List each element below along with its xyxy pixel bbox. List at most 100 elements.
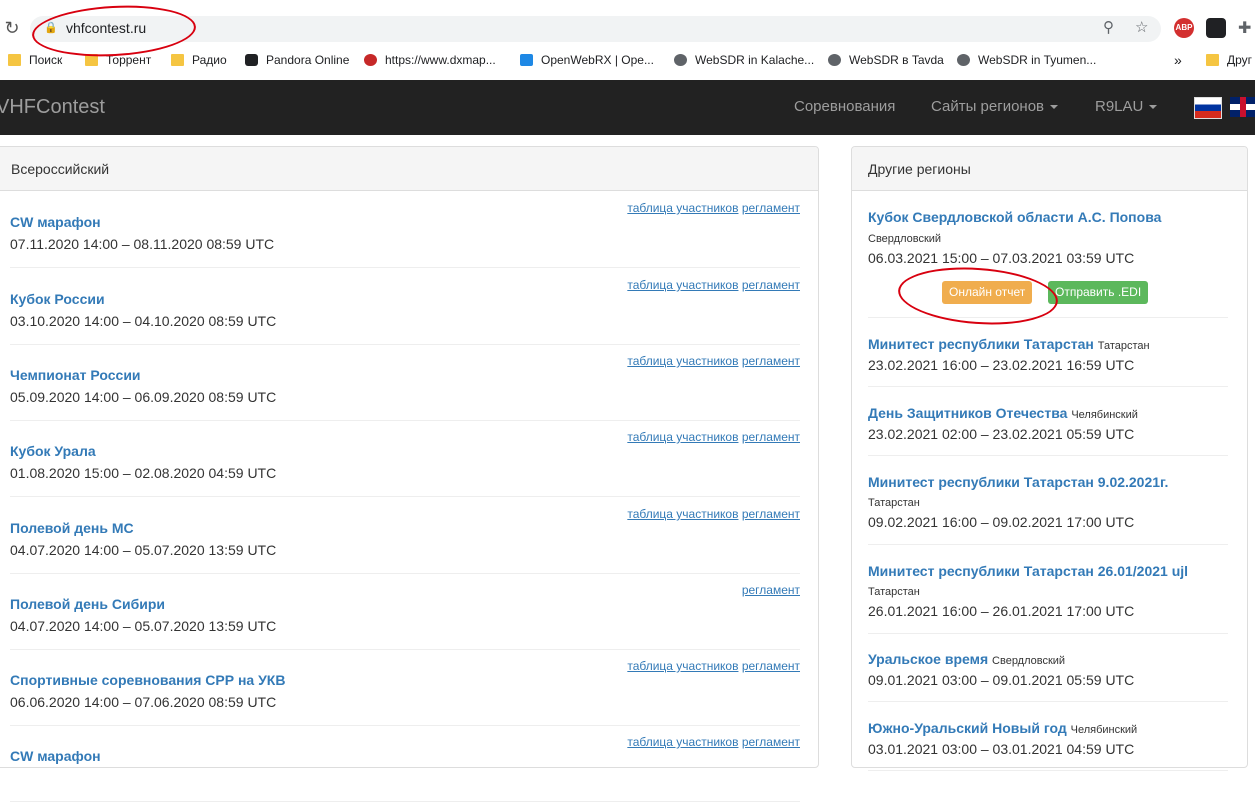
contest-dates: 23.02.2021 16:00 – 23.02.2021 16:59 UTC	[868, 357, 1135, 373]
contest-dates: 06.03.2021 15:00 – 07.03.2021 03:59 UTC	[868, 250, 1135, 266]
nav-regional-sites[interactable]: Сайты регионов	[931, 98, 1059, 115]
address-bar[interactable]	[30, 16, 1161, 42]
contest-title[interactable]: Спортивные соревнования СРР на УКВ	[10, 672, 285, 688]
contest-links: таблица участников регламент	[627, 507, 800, 521]
contest-links: таблица участников регламент	[627, 278, 800, 292]
bookmark-torrent[interactable]: Торрент	[85, 48, 151, 72]
rules-link[interactable]: регламент	[742, 278, 800, 292]
bookmark-websdr-tavda[interactable]: WebSDR в Tavda	[828, 48, 944, 72]
rules-link[interactable]: регламент	[742, 507, 800, 521]
uk-flag-icon[interactable]	[1230, 97, 1255, 117]
send-edi-button[interactable]: Отправить .EDI	[1048, 281, 1149, 304]
site-brand[interactable]: VHFContest	[0, 96, 105, 119]
folder-icon	[1206, 54, 1219, 66]
contest-title-line: Минитест республики Татарстан Татарстан	[868, 336, 1150, 352]
bookmark-pandora[interactable]: Pandora Online	[245, 48, 349, 72]
contest-title[interactable]: Полевой день Сибири	[10, 596, 165, 612]
contest-title[interactable]: Минитест республики Татарстан	[868, 336, 1094, 352]
contest-title[interactable]: Полевой день МС	[10, 520, 134, 536]
participants-table-link[interactable]: таблица участников	[627, 507, 738, 521]
rules-link[interactable]: регламент	[742, 659, 800, 673]
caret-down-icon	[1149, 105, 1158, 110]
rules-link[interactable]: регламент	[742, 430, 800, 444]
regional-contest-row: Уральское время Свердловский 09.01.2021 0…	[868, 644, 1228, 702]
contest-links: таблица участников регламент	[627, 430, 800, 444]
caret-down-icon	[1050, 105, 1059, 110]
nav-competitions[interactable]: Соревнования	[794, 98, 895, 115]
bookmark-websdr-tyumen[interactable]: WebSDR in Tyumen...	[957, 48, 1096, 72]
contest-links: таблица участников регламент	[627, 354, 800, 368]
contest-title[interactable]: Минитест республики Татарстан 26.01/2021…	[868, 563, 1188, 579]
folder-icon	[8, 54, 21, 66]
bookmark-other[interactable]: Друг	[1206, 48, 1252, 72]
puzzle-icon[interactable]: ✚	[1238, 18, 1251, 38]
contest-dates: 04.07.2020 14:00 – 05.07.2020 13:59 UTC	[10, 542, 277, 558]
contest-title-line: День Защитников Отечества Челябинский	[868, 405, 1138, 421]
contest-title[interactable]: CW марафон	[10, 748, 101, 764]
contest-title[interactable]: Кубок России	[10, 291, 105, 307]
more-bookmarks-button[interactable]: »	[1174, 48, 1182, 72]
contest-dates: 05.09.2020 14:00 – 06.09.2020 08:59 UTC	[10, 389, 277, 405]
contest-title-line: Южно-Уральский Новый год Челябинский	[868, 720, 1137, 736]
rules-link[interactable]: регламент	[742, 735, 800, 749]
url-text[interactable]: vhfcontest.ru	[66, 20, 146, 36]
rules-link[interactable]: регламент	[742, 201, 800, 215]
participants-table-link[interactable]: таблица участников	[627, 430, 738, 444]
contest-row: таблица участников регламент CW марафон 07…	[10, 199, 800, 268]
bookmark-openwebrx[interactable]: OpenWebRX | Ope...	[520, 48, 654, 72]
contest-row: таблица участников регламент Полевой день…	[10, 505, 800, 574]
rules-link[interactable]: регламент	[742, 354, 800, 368]
nav-user-menu[interactable]: R9LAU	[1095, 98, 1158, 115]
site-navbar: VHFContest Соревнования Сайты регионов R…	[0, 80, 1255, 135]
contest-title[interactable]: Кубок Урала	[10, 443, 96, 459]
online-report-button[interactable]: Онлайн отчет	[942, 281, 1033, 304]
contest-row: таблица участников регламент CW марафон	[10, 733, 800, 802]
contest-title[interactable]: Уральское время	[868, 651, 988, 667]
rules-link[interactable]: регламент	[742, 583, 800, 597]
bookmark-dxmap[interactable]: https://www.dxmap...	[364, 48, 496, 72]
globe-icon	[828, 54, 841, 66]
bookmark-radio[interactable]: Радио	[171, 48, 227, 72]
contest-title[interactable]: CW марафон	[10, 214, 101, 230]
contest-dates: 23.02.2021 02:00 – 23.02.2021 05:59 UTC	[868, 426, 1135, 442]
contest-region: Свердловский	[992, 655, 1066, 667]
russian-flag-icon[interactable]	[1194, 97, 1222, 119]
participants-table-link[interactable]: таблица участников	[627, 278, 738, 292]
bookmark-websdr-kalache[interactable]: WebSDR in Kalache...	[674, 48, 814, 72]
participants-table-link[interactable]: таблица участников	[627, 201, 738, 215]
contest-dates: 09.01.2021 03:00 – 09.01.2021 05:59 UTC	[868, 672, 1135, 688]
contest-dates: 01.08.2020 15:00 – 02.08.2020 04:59 UTC	[10, 465, 277, 481]
contest-title[interactable]: Чемпионат России	[10, 367, 141, 383]
dxmap-icon	[364, 54, 377, 66]
contest-links: таблица участников регламент	[627, 659, 800, 673]
browser-chrome: ↻ 🔒 vhfcontest.ru ⚲ ☆ ABP ✚ Поиск Торрен…	[0, 0, 1255, 80]
contest-row: таблица участников регламент Чемпионат Ро…	[10, 352, 800, 421]
adblock-icon[interactable]: ABP	[1174, 18, 1194, 38]
contest-title[interactable]: Минитест республики Татарстан 9.02.2021г…	[868, 474, 1168, 490]
participants-table-link[interactable]: таблица участников	[627, 659, 738, 673]
contest-region: Татарстан	[868, 586, 920, 598]
regional-contest-row: Южно-Уральский Новый год Челябинский 03.0…	[868, 713, 1228, 771]
contest-region: Челябинский	[1071, 409, 1138, 421]
extension-icon[interactable]	[1206, 18, 1226, 38]
openwebrx-icon	[520, 54, 533, 66]
folder-icon	[85, 54, 98, 66]
participants-table-link[interactable]: таблица участников	[627, 354, 738, 368]
contest-title[interactable]: Южно-Уральский Новый год	[868, 720, 1067, 736]
contest-title[interactable]: День Защитников Отечества	[868, 405, 1067, 421]
star-icon[interactable]: ☆	[1135, 18, 1148, 36]
reload-icon[interactable]: ↻	[2, 17, 22, 39]
zoom-icon[interactable]: ⚲	[1103, 18, 1114, 36]
contest-title[interactable]: Кубок Свердловской области А.С. Попова	[868, 209, 1161, 225]
bookmarks-bar: Поиск Торрент Радио Pandora Online https…	[0, 48, 1255, 72]
bookmark-search[interactable]: Поиск	[8, 48, 62, 72]
contest-dates: 03.10.2020 14:00 – 04.10.2020 08:59 UTC	[10, 313, 277, 329]
contest-dates: 04.07.2020 14:00 – 05.07.2020 13:59 UTC	[10, 618, 277, 634]
regional-contest-row: Минитест республики Татарстан Татарстан 2…	[868, 329, 1228, 387]
folder-icon	[171, 54, 184, 66]
contest-title-line: Минитест республики Татарстан 9.02.2021г…	[868, 474, 1168, 490]
participants-table-link[interactable]: таблица участников	[627, 735, 738, 749]
lock-icon[interactable]: 🔒	[44, 21, 58, 34]
contest-row: таблица участников регламент Спортивные с…	[10, 657, 800, 726]
contest-row: таблица участников регламент Кубок России…	[10, 276, 800, 345]
